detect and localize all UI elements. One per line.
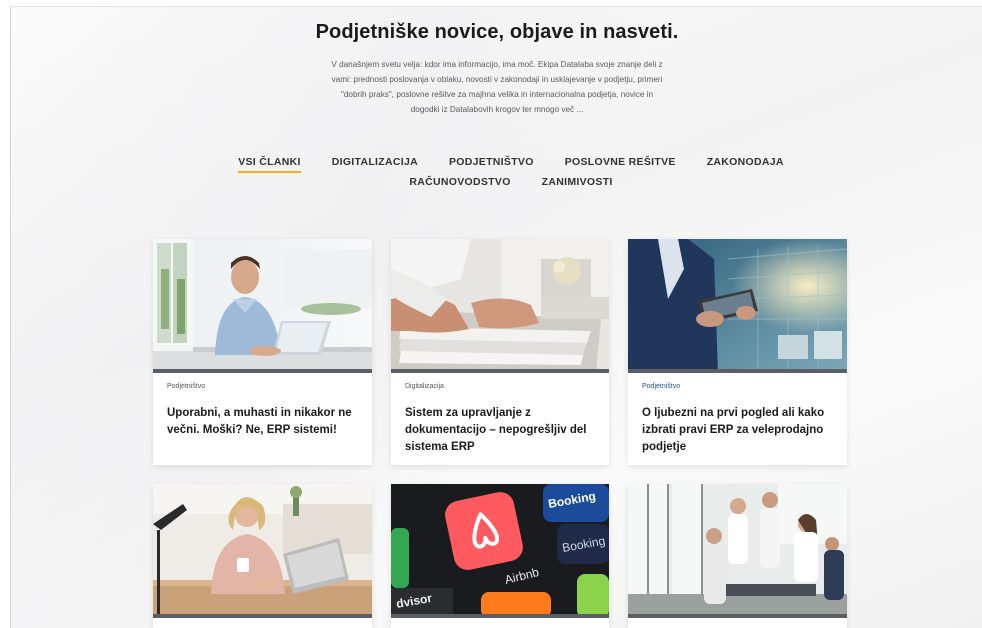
tab-vsi-clanki[interactable]: VSI ČLANKI [238,155,301,173]
article-category[interactable]: Podjetništvo [167,383,205,390]
article-card[interactable]: Digitalizacija Sistem za upravljanje z d… [391,239,609,465]
intro-line: vami: prednosti poslovanja v oblaku, nov… [331,75,663,84]
warehouse-tablet-photo[interactable] [628,239,847,373]
article-title[interactable]: Uporabni, a muhasti in nikakor ne večni.… [167,405,362,439]
article-card[interactable]: Airbnb Booking Booking dvisor [391,484,609,628]
page-intro: V današnjem svetu velja: kdor ima inform… [307,57,687,117]
intro-line: dogodki iz Datalabovih krogov ter mnogo … [410,105,584,114]
page: Podjetniške novice, objave in nasveti. V… [10,6,982,628]
intro-line: V današnjem svetu velja: kdor ima inform… [331,60,663,69]
woman-with-coffee-laptop-photo[interactable] [153,484,372,618]
tab-podjetnistvo[interactable]: PODJETNIŠTVO [449,155,534,173]
article-card[interactable]: Podjetništvo O ljubezni na prvi pogled a… [628,239,847,465]
article-category[interactable]: Digitalizacija [405,383,444,390]
paper-documents-photo[interactable] [391,239,609,373]
article-card[interactable] [628,484,847,628]
article-title[interactable]: O ljubezni na prvi pogled ali kako izbra… [642,405,837,456]
article-category[interactable]: Podjetništvo [642,383,680,390]
page-title: Podjetniške novice, objave in nasveti. [315,21,679,43]
tab-zakonodaja[interactable]: ZAKONODAJA [707,155,784,173]
tab-zanimivosti[interactable]: ZANIMIVOSTI [542,175,613,193]
tripadvisor-app-icon [391,528,409,588]
airbnb-booking-apps-photo[interactable]: Airbnb Booking Booking dvisor [391,484,609,618]
intro-line: "dobrih praks", poslovne rešitve za majh… [340,90,654,99]
tab-poslovne-resitve[interactable]: POSLOVNE REŠITVE [565,155,676,173]
tab-racunovodstvo[interactable]: RAČUNOVODSTVO [409,175,510,193]
article-title[interactable]: Sistem za upravljanje z dokumentacijo – … [405,405,600,456]
tab-digitalizacija[interactable]: DIGITALIZACIJA [332,155,418,173]
article-card[interactable] [153,484,372,628]
man-with-laptop-photo[interactable] [153,239,372,373]
team-meeting-photo[interactable] [628,484,847,618]
article-card[interactable]: Podjetništvo Uporabni, a muhasti in nika… [153,239,372,465]
category-tabs: VSI ČLANKI DIGITALIZACIJA PODJETNIŠTVO P… [191,155,831,193]
